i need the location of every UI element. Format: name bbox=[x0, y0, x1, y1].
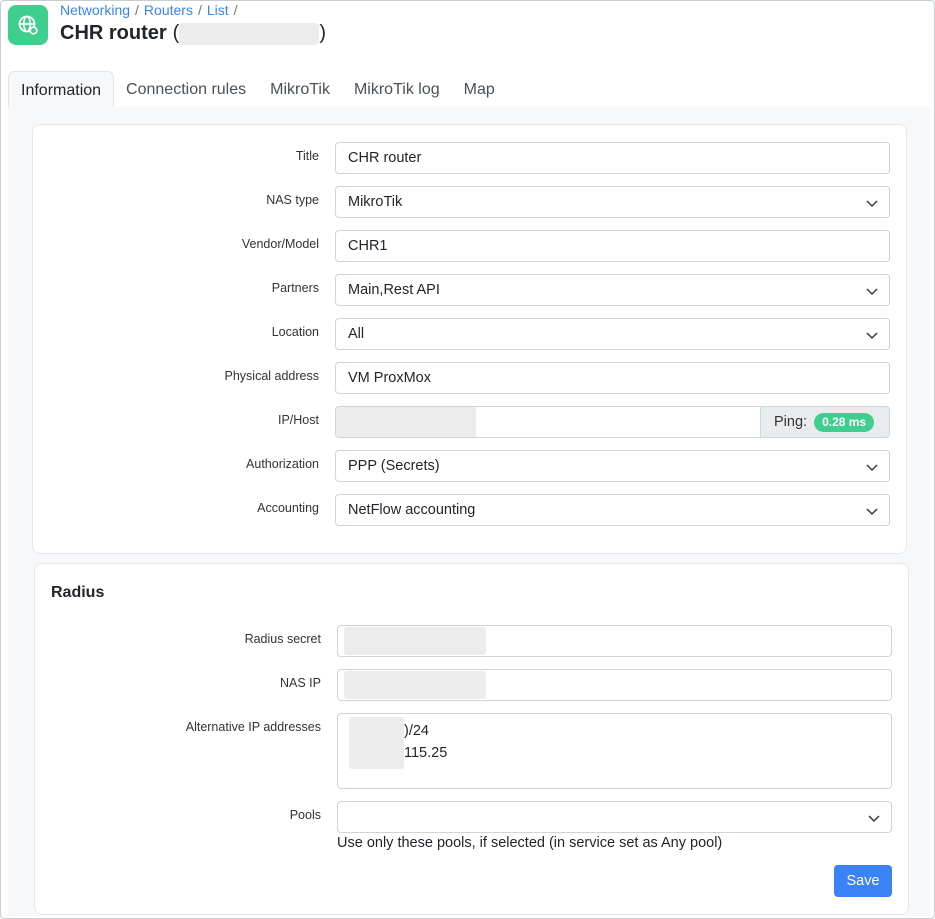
breadcrumb-routers[interactable]: Routers bbox=[144, 2, 193, 18]
row-nas-type: NAS type MikroTik bbox=[33, 186, 906, 218]
pools-help-text: Use only these pools, if selected (in se… bbox=[337, 835, 723, 851]
row-physical-address: Physical address VM ProxMox bbox=[33, 362, 906, 394]
nas-type-select[interactable]: MikroTik bbox=[335, 186, 890, 218]
row-partners: Partners Main,Rest API bbox=[33, 274, 906, 306]
tab-mikrotik[interactable]: MikroTik bbox=[258, 71, 342, 108]
title-paren-open: ( bbox=[172, 22, 180, 44]
title-paren-close: ) bbox=[319, 22, 327, 44]
row-location: Location All bbox=[33, 318, 906, 350]
title-label: Title bbox=[295, 149, 319, 163]
nas-type-label: NAS type bbox=[266, 193, 319, 207]
accounting-select[interactable]: NetFlow accounting bbox=[335, 494, 890, 526]
ping-addon: Ping: 0.28 ms bbox=[760, 407, 889, 437]
title-input[interactable]: CHR router bbox=[335, 142, 890, 174]
vendor-input[interactable]: CHR1 bbox=[335, 230, 890, 262]
authorization-select[interactable]: PPP (Secrets) bbox=[335, 450, 890, 482]
physical-address-input[interactable]: VM ProxMox bbox=[335, 362, 890, 394]
pools-label: Pools bbox=[289, 808, 321, 822]
chevron-down-icon bbox=[866, 200, 878, 208]
alternative-ip-textarea[interactable]: )/24 115.25 bbox=[337, 713, 892, 789]
ip-host-label: IP/Host bbox=[278, 413, 319, 427]
alternative-ip-label: Alternative IP addresses bbox=[185, 720, 321, 734]
ip-host-input[interactable]: Ping: 0.28 ms bbox=[335, 406, 890, 438]
partners-select[interactable]: Main,Rest API bbox=[335, 274, 890, 306]
alternative-ip-lines: )/24 115.25 bbox=[404, 720, 447, 764]
pools-select[interactable] bbox=[337, 801, 892, 833]
partners-label: Partners bbox=[271, 281, 319, 295]
tab-information[interactable]: Information bbox=[8, 71, 115, 108]
tab-connection-rules[interactable]: Connection rules bbox=[114, 71, 258, 108]
ping-badge: 0.28 ms bbox=[814, 412, 875, 432]
breadcrumb-list[interactable]: List bbox=[207, 2, 229, 18]
ip-host-value bbox=[336, 407, 476, 437]
breadcrumb-networking[interactable]: Networking bbox=[60, 2, 130, 18]
globe-network-icon bbox=[8, 5, 48, 45]
row-nas-ip: NAS IP bbox=[35, 669, 908, 701]
nas-ip-input[interactable] bbox=[337, 669, 892, 701]
chevron-down-icon bbox=[866, 332, 878, 340]
row-radius-secret: Radius secret bbox=[35, 625, 908, 657]
chevron-down-icon bbox=[866, 508, 878, 516]
row-vendor: Vendor/Model CHR1 bbox=[33, 230, 906, 262]
accounting-label: Accounting bbox=[257, 501, 319, 515]
accounting-value: NetFlow accounting bbox=[348, 502, 476, 518]
page-title: CHR router ( ) bbox=[60, 22, 326, 45]
partners-value: Main,Rest API bbox=[348, 282, 440, 298]
chevron-down-icon bbox=[866, 288, 878, 296]
tab-mikrotik-log[interactable]: MikroTik log bbox=[342, 71, 452, 108]
chevron-down-icon bbox=[868, 815, 880, 823]
row-accounting: Accounting NetFlow accounting bbox=[33, 494, 906, 526]
row-pools: Pools bbox=[35, 801, 908, 833]
save-button[interactable]: Save bbox=[834, 865, 892, 897]
radius-secret-label: Radius secret bbox=[244, 632, 321, 646]
radius-heading: Radius bbox=[51, 584, 105, 601]
chevron-down-icon bbox=[866, 464, 878, 472]
row-title: Title CHR router bbox=[33, 142, 906, 174]
information-card: Title CHR router NAS type MikroTik Vendo… bbox=[32, 124, 907, 554]
row-ip-host: IP/Host Ping: 0.28 ms bbox=[33, 406, 906, 438]
physical-address-label: Physical address bbox=[224, 369, 320, 383]
location-value: All bbox=[348, 326, 365, 342]
tab-bar: Information Connection rules MikroTik Mi… bbox=[8, 71, 507, 108]
row-alternative-ip: Alternative IP addresses )/24 115.25 bbox=[35, 713, 908, 789]
authorization-label: Authorization bbox=[246, 457, 319, 471]
tab-map[interactable]: Map bbox=[452, 71, 507, 108]
nas-ip-value bbox=[344, 671, 486, 699]
location-label: Location bbox=[271, 325, 319, 339]
vendor-label: Vendor/Model bbox=[241, 237, 319, 251]
authorization-value: PPP (Secrets) bbox=[348, 458, 440, 474]
row-authorization: Authorization PPP (Secrets) bbox=[33, 450, 906, 482]
nas-ip-label: NAS IP bbox=[280, 676, 321, 690]
redacted-ip bbox=[179, 22, 320, 45]
location-select[interactable]: All bbox=[335, 318, 890, 350]
alternative-ip-line-1: )/24 bbox=[404, 723, 429, 739]
page-title-text: CHR router bbox=[60, 22, 167, 44]
radius-card: Radius Radius secret NAS IP Alternative … bbox=[34, 563, 909, 915]
radius-secret-input[interactable] bbox=[337, 625, 892, 657]
radius-secret-value bbox=[344, 627, 486, 655]
window: Networking / Routers / List / CHR router ( ) … bbox=[0, 0, 935, 919]
alternative-ip-redaction bbox=[349, 717, 404, 769]
breadcrumb: Networking / Routers / List / bbox=[60, 2, 238, 18]
alternative-ip-line-2: 115.25 bbox=[404, 745, 448, 761]
ping-label: Ping: bbox=[774, 414, 808, 430]
nas-type-value: MikroTik bbox=[348, 194, 403, 210]
